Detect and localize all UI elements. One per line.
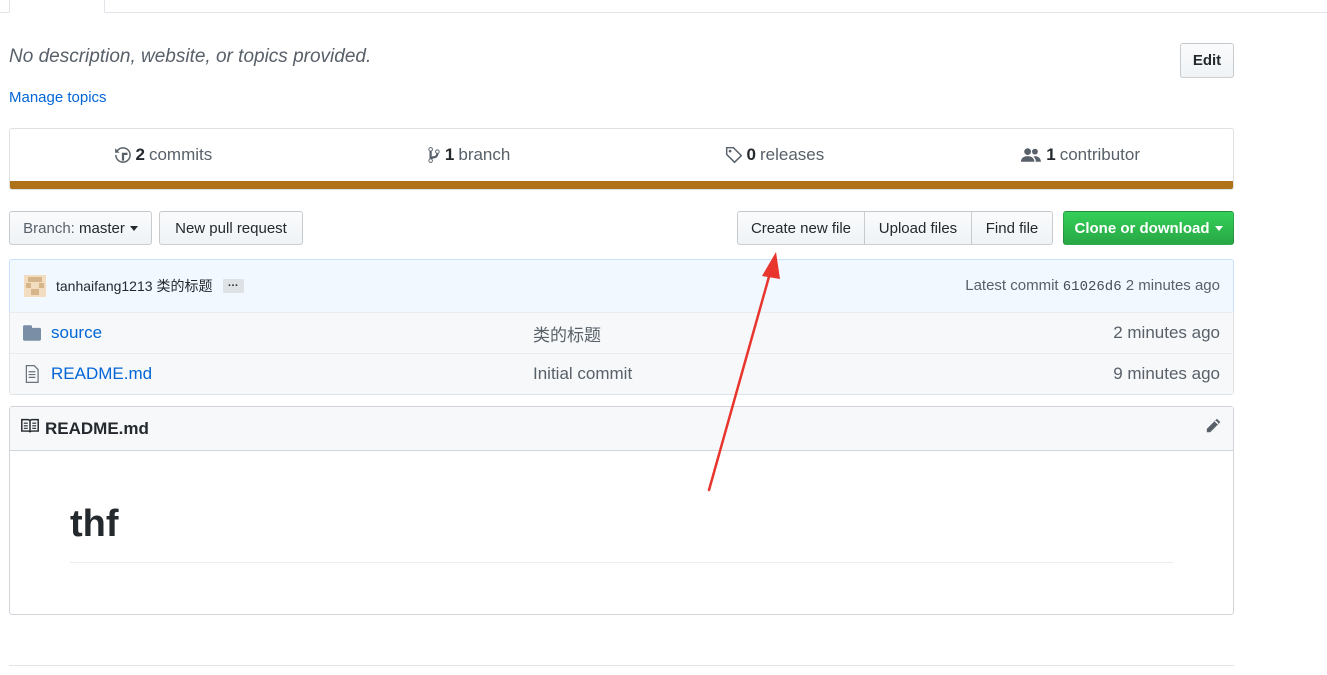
releases-stat[interactable]: 0 releases xyxy=(622,129,928,181)
repo-summary: 2 commits 1 branch 0 releases 1 contribu… xyxy=(9,128,1234,190)
pencil-icon[interactable] xyxy=(1204,417,1222,440)
file-name-link[interactable]: source xyxy=(51,323,537,343)
readme-header: README.md xyxy=(10,407,1233,451)
branch-select-button[interactable]: Branch: master xyxy=(9,211,152,245)
branch-name: master xyxy=(79,219,125,237)
git-branch-icon xyxy=(427,146,441,164)
latest-commit-bar: tanhaifang1213 类的标题 … Latest commit 6102… xyxy=(9,259,1234,313)
list-item: README.md Initial commit 9 minutes ago xyxy=(10,353,1233,394)
file-age: 2 minutes ago xyxy=(1113,323,1220,342)
commit-author[interactable]: tanhaifang1213 xyxy=(56,278,153,294)
file-list: source 类的标题 2 minutes ago README.md Init… xyxy=(9,312,1234,395)
new-pull-request-button[interactable]: New pull request xyxy=(159,211,303,245)
active-tab[interactable] xyxy=(9,0,105,13)
clone-label: Clone or download xyxy=(1074,219,1210,237)
list-item: source 类的标题 2 minutes ago xyxy=(10,312,1233,353)
tag-icon xyxy=(725,146,743,164)
readme-heading: thf xyxy=(70,503,119,545)
releases-count: 0 xyxy=(746,145,756,164)
footer-divider xyxy=(9,665,1234,666)
repo-nav-tabs xyxy=(0,0,1327,13)
edit-description-button[interactable]: Edit xyxy=(1180,43,1234,78)
upload-files-button[interactable]: Upload files xyxy=(864,211,972,245)
branches-stat[interactable]: 1 branch xyxy=(316,129,622,181)
branch-label: branch xyxy=(458,145,511,164)
file-name-link[interactable]: README.md xyxy=(51,364,537,384)
commit-message[interactable]: 类的标题 xyxy=(157,276,213,296)
history-icon xyxy=(114,146,132,164)
repo-description: No description, website, or topics provi… xyxy=(9,46,372,67)
contributors-count: 1 xyxy=(1046,145,1056,164)
file-age: 9 minutes ago xyxy=(1113,364,1220,383)
heading-divider xyxy=(70,562,1173,563)
commit-age: 2 minutes ago xyxy=(1125,277,1220,294)
avatar[interactable] xyxy=(24,275,46,297)
commits-count: 2 xyxy=(135,145,145,164)
latest-commit-info: Latest commit 61026d6 2 minutes ago xyxy=(965,277,1220,295)
readme-title: README.md xyxy=(45,418,149,438)
chevron-down-icon xyxy=(1214,225,1223,231)
file-commit-message[interactable]: Initial commit xyxy=(533,364,632,384)
file-actions-group: Create new file Upload files Find file xyxy=(737,211,1053,245)
contributors-label: contributor xyxy=(1059,145,1141,164)
expand-commit-button[interactable]: … xyxy=(222,278,244,293)
chevron-down-icon xyxy=(129,225,138,231)
find-file-button[interactable]: Find file xyxy=(971,211,1053,245)
contributors-stat[interactable]: 1 contributor xyxy=(927,129,1233,181)
file-commit-message[interactable]: 类的标题 xyxy=(533,321,601,346)
readme-box: README.md thf xyxy=(9,406,1234,615)
commits-stat[interactable]: 2 commits xyxy=(10,129,316,181)
clone-or-download-button[interactable]: Clone or download xyxy=(1063,211,1234,245)
commit-sha[interactable]: 61026d6 xyxy=(1063,279,1122,295)
manage-topics-link[interactable]: Manage topics xyxy=(9,89,107,106)
file-icon xyxy=(13,365,51,383)
folder-icon xyxy=(13,325,51,341)
people-icon xyxy=(1020,146,1042,164)
branch-prefix: Branch: xyxy=(23,219,75,237)
latest-commit-label: Latest commit xyxy=(965,277,1059,294)
create-new-file-button[interactable]: Create new file xyxy=(737,211,865,245)
releases-label: releases xyxy=(759,145,825,164)
branch-count: 1 xyxy=(444,145,455,164)
book-icon xyxy=(21,418,39,439)
language-bar[interactable] xyxy=(10,181,1233,189)
commits-label: commits xyxy=(148,145,213,164)
